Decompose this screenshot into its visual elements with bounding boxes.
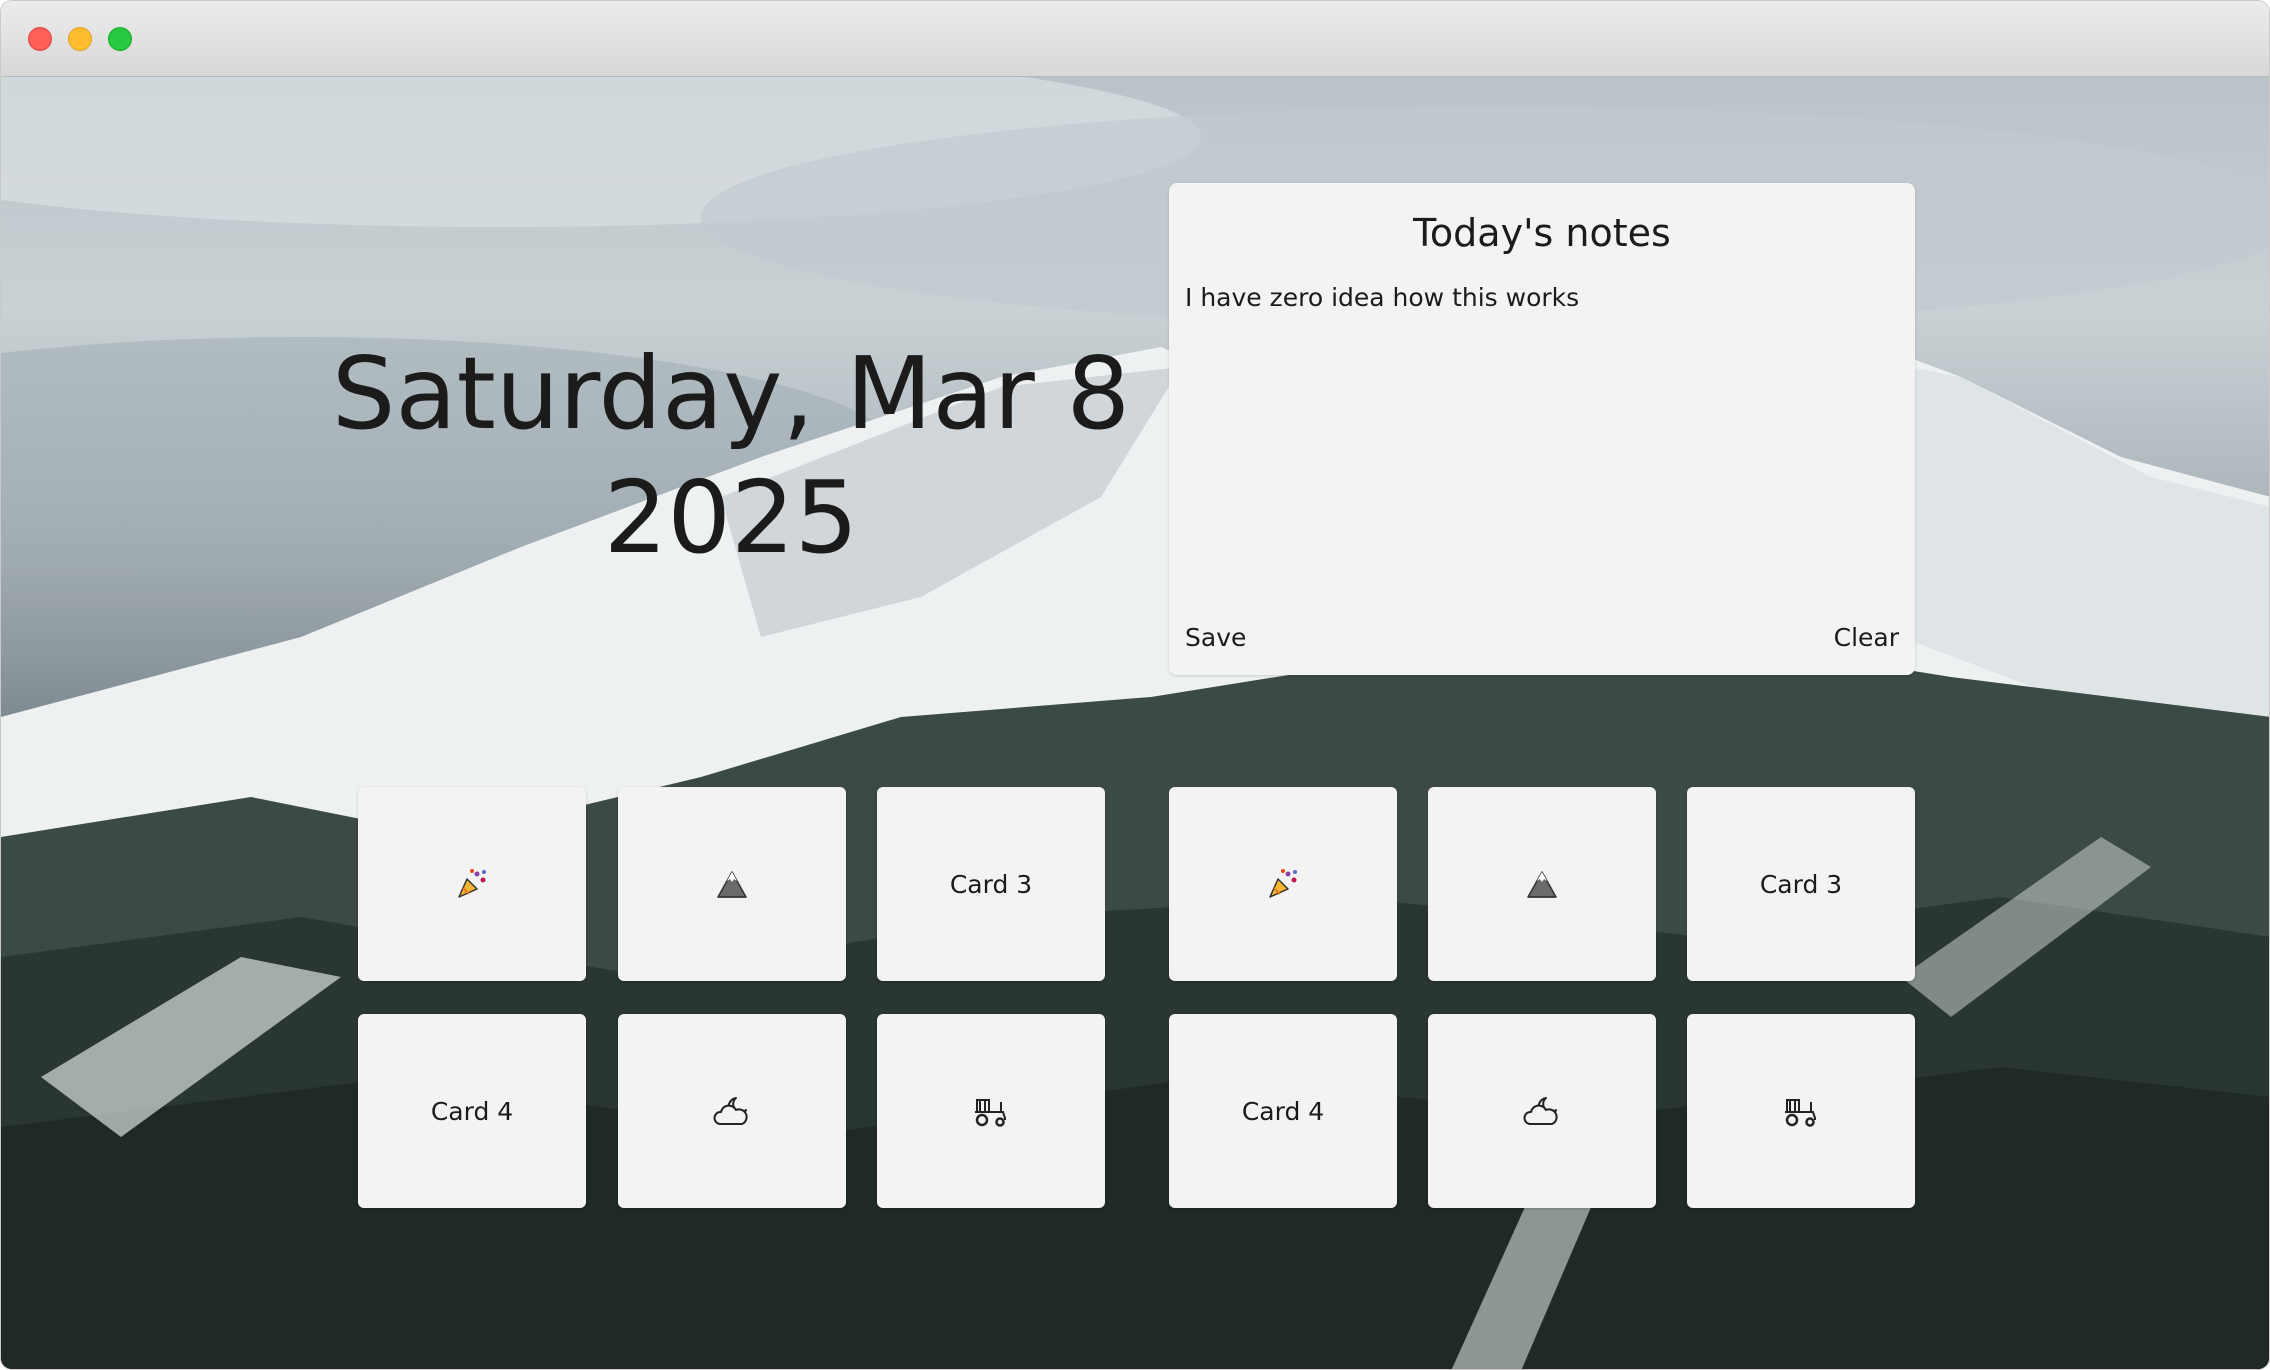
minimize-window-button[interactable] [68,27,92,51]
card-label: Card 4 [1241,1096,1325,1126]
card-10[interactable]: Card 4 [1169,1014,1397,1208]
card-11[interactable] [1428,1014,1656,1208]
card-4[interactable] [1169,787,1397,981]
tractor-icon [975,1099,1006,1127]
card-12[interactable] [1687,1014,1915,1208]
mountain-icon [1527,871,1557,898]
card-5[interactable] [1428,787,1656,981]
app-window: Saturday, Mar 8 2025 Today's notes I hav… [0,0,2270,1370]
party-popper-icon [458,869,486,898]
card-label: Card 4 [430,1096,514,1126]
maximize-window-button[interactable] [108,27,132,51]
party-popper-icon [1269,869,1297,898]
clear-button[interactable]: Clear [1834,623,1899,652]
card-label: Card 3 [949,869,1033,899]
date-line-year: 2025 [603,459,859,576]
notes-panel: Today's notes I have zero idea how this … [1169,183,1915,675]
weather-moon-cloud-icon [1523,1097,1558,1125]
card-label: Card 3 [1759,869,1843,899]
card-7[interactable]: Card 4 [358,1014,586,1208]
main-content: Saturday, Mar 8 2025 Today's notes I hav… [1,77,2269,1369]
mountain-icon [717,871,747,898]
date-line-day: Saturday, Mar 8 [331,335,1131,452]
card-9[interactable] [877,1014,1105,1208]
card-1[interactable] [358,787,586,981]
save-button[interactable]: Save [1185,623,1246,652]
card-3[interactable]: Card 3 [877,787,1105,981]
date-display: Saturday, Mar 8 2025 [331,332,1131,580]
card-8[interactable] [618,1014,846,1208]
notes-textarea[interactable]: I have zero idea how this works [1185,283,1897,573]
tractor-icon [1785,1099,1816,1127]
weather-moon-cloud-icon [713,1097,748,1125]
card-6[interactable]: Card 3 [1687,787,1915,981]
card-2[interactable] [618,787,846,981]
title-bar [1,1,2269,77]
notes-title: Today's notes [1413,211,1671,255]
mountain-background-image [1,77,2269,1369]
close-window-button[interactable] [28,27,52,51]
